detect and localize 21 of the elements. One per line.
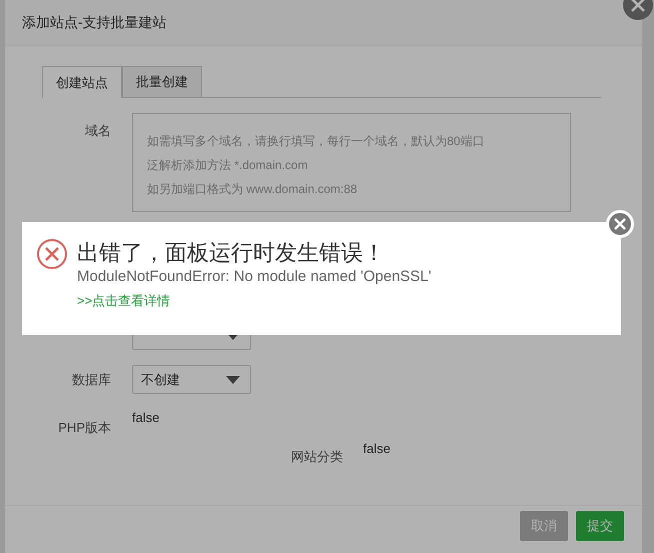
tab[interactable]: 批量创建: [122, 66, 202, 97]
error-icon: [36, 238, 68, 270]
tab[interactable]: 创建站点: [42, 66, 122, 98]
caret-icon: [226, 376, 240, 384]
field-value: false: [132, 410, 160, 425]
placeholder-text: 泛解析添加方法 *.domain.com: [147, 157, 309, 174]
placeholder-text: 如需填写多个域名，请换行填写，每行一个域名，默认为80端口: [147, 133, 486, 150]
field-value: false: [363, 441, 390, 456]
dialog-title: 添加站点-支持批量建站: [22, 14, 167, 32]
error-title: 出错了，面板运行时发生错误！: [77, 239, 386, 267]
error-message: ModuleNotFoundError: No module named 'OpenSSL': [77, 268, 432, 286]
domain-field[interactable]: 如需填写多个域名，请换行填写，每行一个域名，默认为80端口 泛解析添加方法 *.domain.com 如另加端口格式为 www.domain.com:88: [132, 113, 571, 212]
dropdown[interactable]: 不创建: [132, 365, 251, 394]
placeholder-text: 如另加端口格式为 www.domain.com:88: [147, 181, 358, 198]
field-label: 网站分类: [291, 448, 343, 466]
field-label: PHP版本: [58, 420, 111, 435]
field-label: 域名: [85, 123, 111, 138]
field-label: 数据库: [72, 372, 111, 387]
close-icon[interactable]: [606, 210, 634, 238]
submit-button[interactable]: 提交: [576, 511, 624, 541]
details-link[interactable]: >>点击查看详情: [77, 292, 432, 310]
